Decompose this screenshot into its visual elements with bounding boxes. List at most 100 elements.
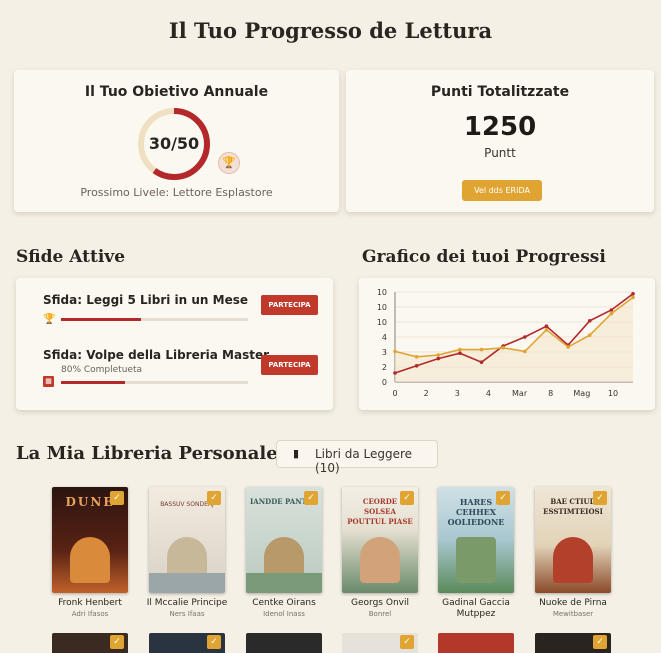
favorite-check-icon[interactable]: ✓	[207, 635, 221, 649]
page-title: Il Tuo Progresso de Lettura	[168, 18, 493, 43]
filter-label: Libri da Leggere (10)	[315, 447, 413, 475]
book-cover: CEORDE SOLSEA POUTTUL PIASE ✓	[342, 487, 418, 593]
book-card[interactable]: ✓	[535, 633, 611, 653]
y-tick-label: 3	[382, 348, 387, 357]
points-value: 1250	[463, 112, 537, 142]
cover-figure	[360, 537, 400, 583]
points-unit: Puntt	[484, 146, 516, 160]
x-tick-label: Mag	[573, 389, 590, 398]
data-point	[458, 347, 462, 352]
favorite-check-icon[interactable]: ✓	[400, 491, 414, 505]
next-level-label: Prossimo Livele: Lettore Esplastore	[80, 186, 273, 199]
data-point	[393, 371, 397, 375]
challenge-progress-fill	[61, 381, 125, 384]
data-point	[609, 311, 614, 316]
challenge-title: Sfida: Leggi 5 Libri in un Mese	[43, 293, 249, 307]
data-point	[393, 349, 397, 354]
challenge-subtitle: 80% Completueta	[61, 365, 142, 375]
data-point	[523, 335, 527, 339]
data-point	[414, 355, 419, 359]
x-tick-label: 2	[424, 389, 429, 398]
book-author: Nuoke de Pirna	[539, 598, 607, 608]
x-tick-label: 3	[455, 389, 460, 398]
data-point	[587, 319, 592, 323]
library-heading: La Mia Libreria Personale	[16, 443, 278, 464]
favorite-check-icon[interactable]: ✓	[400, 635, 414, 649]
goal-progress-text: 30/50	[148, 134, 200, 153]
data-point	[544, 328, 549, 332]
data-point	[566, 345, 570, 349]
book-subtitle: Ners Ifaas	[169, 610, 205, 618]
data-point	[479, 360, 484, 364]
challenge-title: Sfida: Volpe della Libreria Master	[43, 348, 270, 362]
book-card[interactable]: BAE CTIUD ESSTIMTEIOSI ✓ Nuoke de Pirna …	[535, 487, 611, 618]
book-card[interactable]: BASSUV SONDERJ ✓ Il Mccalie Principe Ner…	[147, 487, 227, 618]
challenge-progress-bar	[61, 318, 248, 321]
book-author: Centke Oirans	[252, 598, 316, 608]
books-to-read-filter-button[interactable]: ▮ Libri da Leggere (10)	[276, 440, 438, 475]
goal-title: Il Tuo Obietivo Annuale	[84, 84, 269, 100]
challenge-progress-fill	[61, 318, 142, 321]
favorite-check-icon[interactable]: ✓	[207, 491, 221, 505]
book-card[interactable]: DUNE ✓ Fronk Henbert Adri Ifasos	[52, 487, 128, 618]
data-point	[609, 308, 614, 312]
book-subtitle: Mewitbaser	[552, 610, 594, 618]
chart-heading: Grafico dei tuoi Progressi	[362, 247, 606, 267]
book-author: Gadinal Gaccia Mutppez	[442, 598, 510, 619]
challenge-join-button[interactable]: PARTECIPA	[261, 355, 318, 375]
book-card[interactable]	[246, 633, 322, 653]
book-card[interactable]: ✓	[149, 633, 225, 653]
trophy-icon: 🏆	[218, 152, 240, 174]
book-card[interactable]: ✓	[52, 633, 128, 653]
series-area	[395, 297, 633, 382]
book-card[interactable]: IANDDE PANTRE ✓ Centke Oirans Idenol Ina…	[246, 487, 322, 618]
book-author: Il Mccalie Principe	[146, 598, 228, 608]
book-cover: IANDDE PANTRE ✓	[246, 487, 322, 593]
calendar-icon: ▦	[43, 376, 54, 387]
book-subtitle: Bonrel	[368, 610, 392, 618]
x-tick-label: 4	[486, 389, 491, 398]
book-card[interactable]	[438, 633, 514, 653]
cover-figure	[70, 537, 110, 583]
favorite-check-icon[interactable]: ✓	[593, 491, 607, 505]
data-point	[501, 346, 505, 350]
book-card[interactable]: CEORDE SOLSEA POUTTUL PIASE ✓ Georgs Onv…	[342, 487, 418, 618]
book-subtitle: Adri Ifasos	[71, 610, 109, 618]
x-tick-label: 10	[608, 389, 618, 398]
y-tick-label: 10	[377, 318, 387, 327]
favorite-check-icon[interactable]: ✓	[496, 491, 510, 505]
y-tick-label: 10	[377, 303, 387, 312]
y-tick-label: 2	[382, 363, 387, 372]
points-title: Punti Totalitzzate	[430, 84, 570, 100]
x-tick-label: Mar	[512, 389, 528, 398]
book-author: Fronk Henbert	[58, 598, 122, 608]
y-tick-label: 4	[382, 333, 387, 342]
book-subtitle: Idenol Inass	[263, 610, 305, 618]
book-author: Georgs Onvil	[351, 598, 409, 608]
data-point	[523, 349, 527, 354]
book-card[interactable]: ✓	[342, 633, 418, 653]
book-cover: BAE CTIUD ESSTIMTEIOSI ✓	[535, 487, 611, 593]
book-icon: ▮	[293, 447, 300, 460]
book-card[interactable]: HARES CEHHEX OOLIEDONE ✓ Gadinal Gaccia …	[438, 487, 514, 619]
cover-figure	[553, 537, 593, 583]
points-action-button[interactable]: Vel dds ERIDA	[462, 180, 542, 201]
challenges-card: Sfida: Leggi 5 Libri in un Mese 🏆 PARTEC…	[16, 278, 333, 410]
favorite-check-icon[interactable]: ✓	[593, 635, 607, 649]
challenge-join-button[interactable]: PARTECIPA	[261, 295, 318, 315]
book-cover: DUNE ✓	[52, 487, 128, 593]
data-point	[458, 351, 462, 355]
challenge-progress-bar	[61, 381, 248, 384]
x-tick-label: 0	[392, 389, 397, 398]
trophy-icon: 🏆	[43, 314, 56, 325]
data-point	[436, 353, 441, 357]
favorite-check-icon[interactable]: ✓	[110, 491, 124, 505]
y-tick-label: 0	[382, 378, 387, 387]
y-tick-label: 10	[377, 288, 387, 297]
favorite-check-icon[interactable]: ✓	[110, 635, 124, 649]
challenges-heading: Sfide Attive	[16, 247, 126, 267]
progress-line-chart: 10 10 10 4 3 2 00 2 3 4 Mar 8 Mag 10	[377, 288, 635, 398]
favorite-check-icon[interactable]: ✓	[304, 491, 318, 505]
data-point	[414, 364, 419, 368]
book-cover: BASSUV SONDERJ ✓	[149, 487, 225, 593]
